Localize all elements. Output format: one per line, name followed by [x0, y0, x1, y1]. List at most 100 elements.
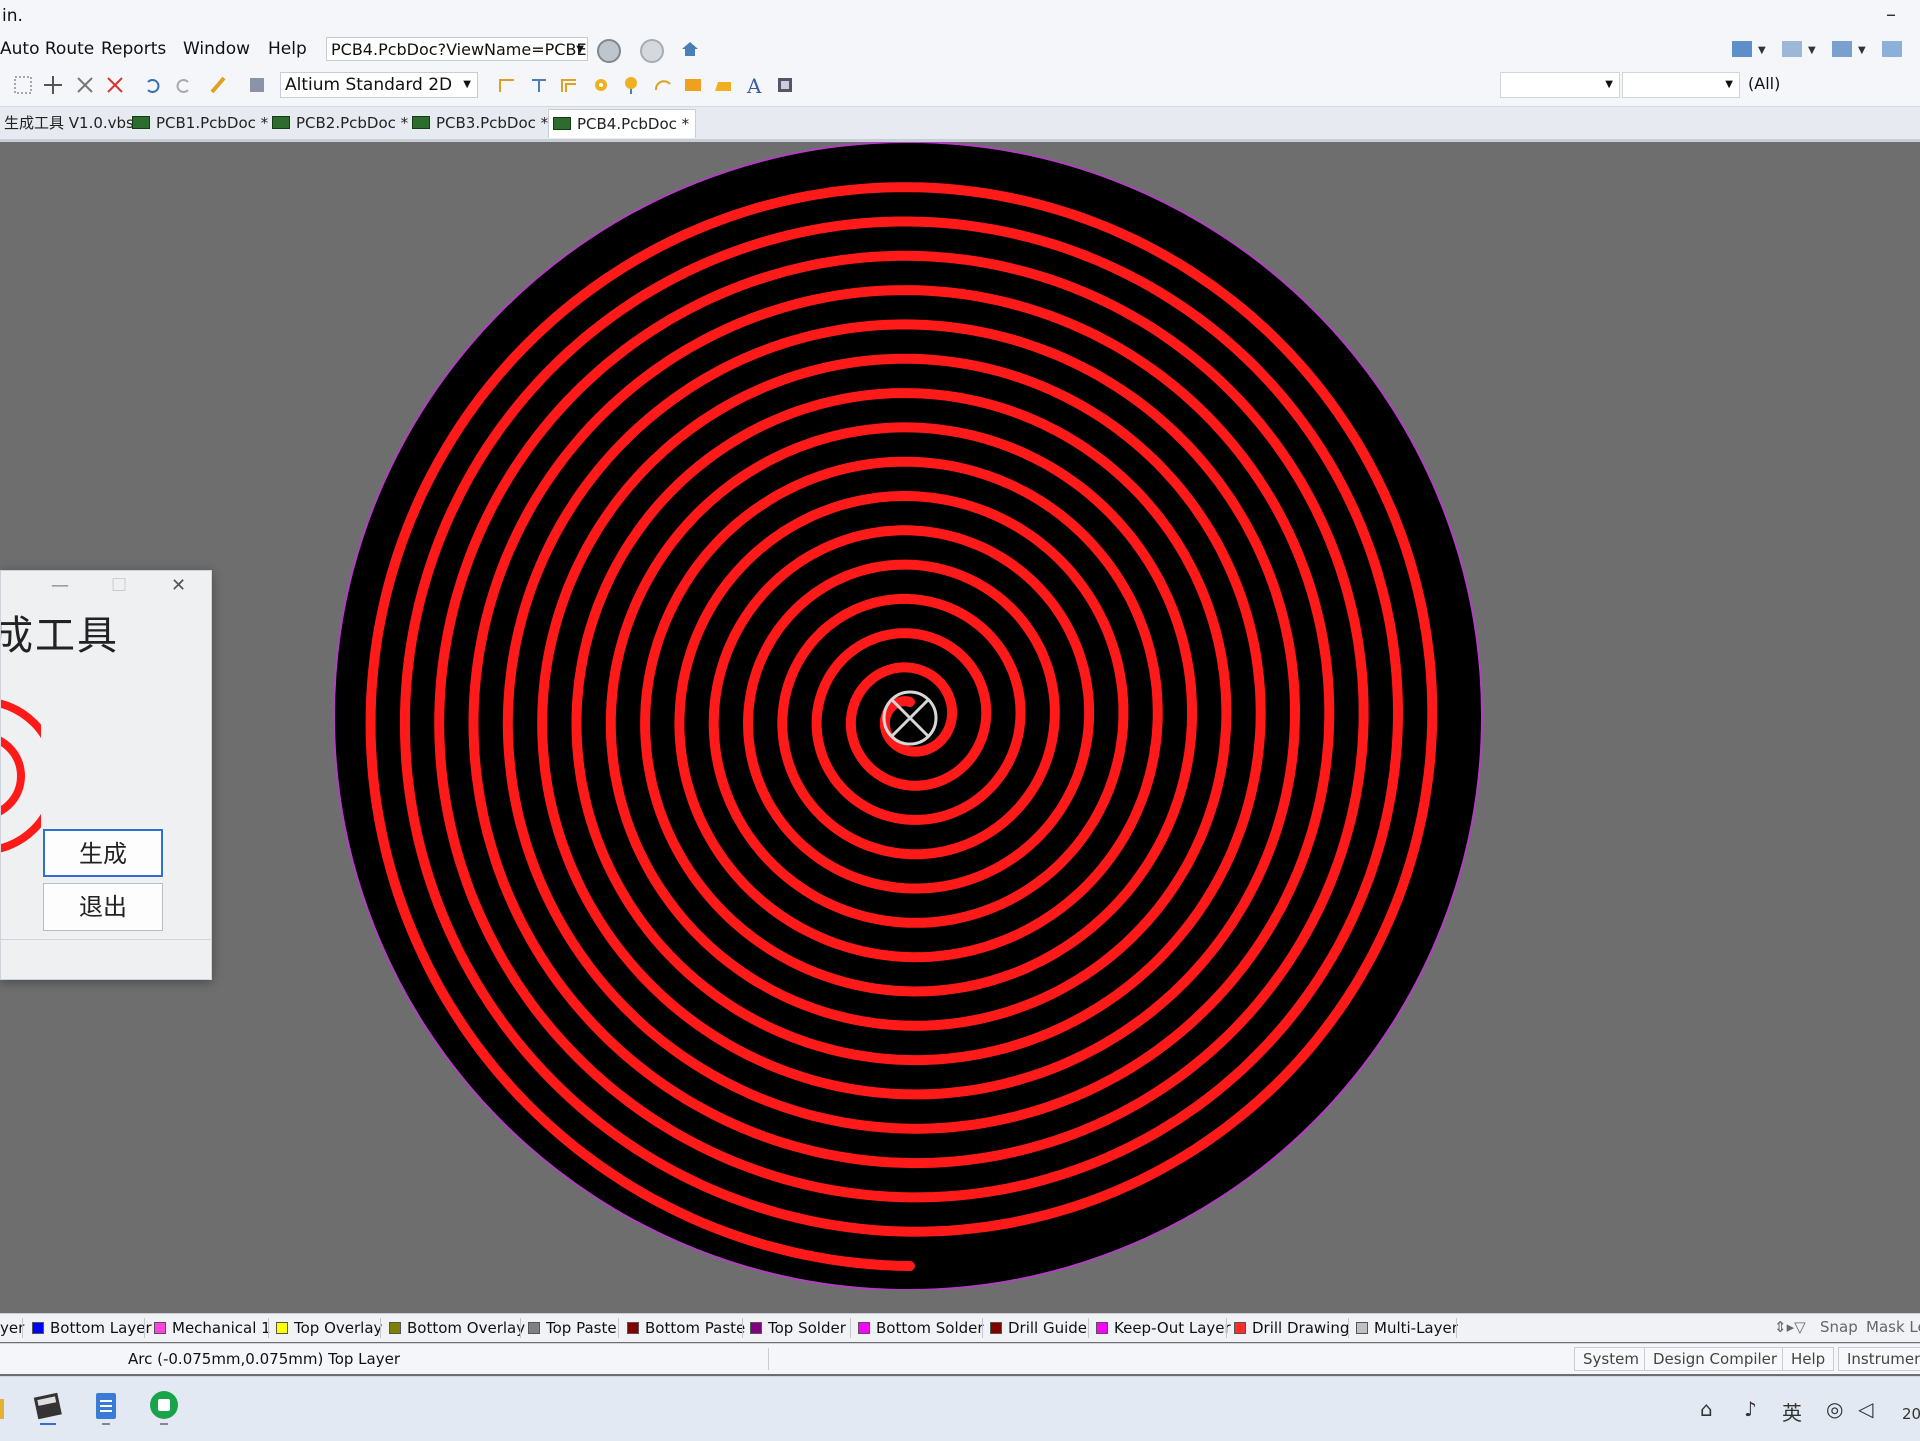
panel-help-button[interactable]: Help [1782, 1347, 1835, 1371]
tab-pcb4[interactable]: PCB4.PcbDoc * [548, 109, 697, 138]
network-icon[interactable]: ◎ [1826, 1397, 1843, 1421]
chevron-down-icon: ▼ [463, 79, 471, 90]
filter-icon[interactable]: ⇕▸▽ [1774, 1318, 1806, 1336]
all-filter-select[interactable]: (All) [1742, 72, 1920, 98]
volume-icon[interactable]: ◁ [1858, 1397, 1873, 1421]
tab-script[interactable]: 生成工具 V1.0.vbs [0, 111, 140, 135]
svg-text:A: A [746, 74, 762, 96]
clear-icon[interactable] [104, 74, 126, 96]
layer-tab-bottom-overlay[interactable]: Bottom Overlay [389, 1318, 525, 1338]
layer-swatch [1096, 1322, 1108, 1334]
minimize-button[interactable]: – [1886, 2, 1896, 26]
pcb-doc-icon [553, 117, 571, 130]
redo-icon[interactable] [172, 74, 194, 96]
class-filter-select[interactable]: ▼ [1622, 72, 1740, 98]
layer-swatch [1356, 1322, 1368, 1334]
ime-indicator[interactable]: 英 [1782, 1397, 1802, 1426]
dialog-title-controls: — ☐ ✕ [41, 575, 211, 603]
polygon-icon[interactable] [712, 74, 734, 96]
taskbar-folder-edge [0, 1399, 4, 1419]
menu-help[interactable]: Help [268, 39, 307, 59]
tab-label: 生成工具 V1.0.vbs [4, 114, 134, 132]
menu-reports[interactable]: Reports [101, 39, 166, 59]
dialog-close-icon[interactable]: ✕ [171, 575, 186, 596]
layer-swatch [276, 1322, 288, 1334]
deselect-icon[interactable] [74, 74, 96, 96]
route-icon[interactable] [496, 74, 518, 96]
svg-text:▼: ▼ [1758, 45, 1766, 56]
layer-tab-bottom-layer[interactable]: Bottom Layer [32, 1318, 152, 1338]
menu-window[interactable]: Window [183, 39, 250, 59]
panel-system-button[interactable]: System [1574, 1347, 1648, 1371]
layer-tab-drill-drawing[interactable]: Drill Drawing [1234, 1318, 1349, 1338]
pcb-board [333, 142, 1483, 1290]
layer-tab-keep-out[interactable]: Keep-Out Layer [1096, 1318, 1231, 1338]
altium-app-icon[interactable] [30, 1389, 66, 1425]
multi-route-icon[interactable] [558, 74, 580, 96]
notepad-app-icon[interactable] [88, 1389, 124, 1425]
usb-icon[interactable]: ⌂ [1700, 1397, 1713, 1421]
snap-toggle[interactable]: Snap [1820, 1318, 1858, 1336]
pencil-icon[interactable] [208, 74, 230, 96]
generate-button[interactable]: 生成 [43, 829, 163, 877]
layer-tab-bottom-solder[interactable]: Bottom Solder [858, 1318, 984, 1338]
pad-icon[interactable] [590, 74, 612, 96]
layer-swatch [32, 1322, 44, 1334]
layer-tab-top-overlay[interactable]: Top Overlay [276, 1318, 382, 1338]
dialog-minimize-icon[interactable]: — [51, 575, 69, 596]
fill-icon[interactable] [682, 74, 704, 96]
tab-label: PCB3.PcbDoc * [436, 114, 549, 132]
layer-swatch [389, 1322, 401, 1334]
window-title: in. [2, 6, 23, 26]
chevron-down-icon: ▼ [1605, 79, 1613, 90]
view-mode-select[interactable]: Altium Standard 2D ▼ [280, 72, 478, 98]
arc-icon[interactable] [652, 74, 674, 96]
home-icon[interactable] [680, 39, 700, 59]
document-path-combo[interactable]: PCB4.PcbDoc?ViewName=PCBE ▼ [326, 37, 588, 61]
layer-tab-multi-layer[interactable]: Multi-Layer [1356, 1318, 1458, 1338]
tab-pcb3[interactable]: PCB3.PcbDoc * [408, 111, 554, 135]
all-filter-value: (All) [1748, 74, 1781, 93]
right-toolbar-icons[interactable]: ▼ ▼ ▼ [1730, 38, 1910, 60]
pcb-canvas[interactable] [0, 142, 1920, 1290]
clock[interactable]: 20 [1902, 1405, 1920, 1423]
move-icon[interactable] [42, 74, 64, 96]
select-rect-icon[interactable] [12, 74, 34, 96]
exit-button[interactable]: 退出 [43, 883, 163, 931]
microphone-icon[interactable]: ♪ [1744, 1397, 1757, 1421]
component-icon[interactable] [774, 74, 796, 96]
tab-pcb1[interactable]: PCB1.PcbDoc * [128, 111, 274, 135]
status-text: Arc (-0.075mm,0.075mm) Top Layer [128, 1350, 400, 1368]
undo-icon[interactable] [142, 74, 164, 96]
via-icon[interactable] [620, 74, 642, 96]
tab-label: PCB2.PcbDoc * [296, 114, 409, 132]
layer-tab-top[interactable]: yer [0, 1318, 24, 1338]
chevron-down-icon: ▼ [1725, 79, 1733, 90]
diff-pair-icon[interactable] [528, 74, 550, 96]
forward-icon[interactable] [640, 39, 664, 63]
tab-pcb2[interactable]: PCB2.PcbDoc * [268, 111, 414, 135]
recorder-app-icon[interactable] [146, 1389, 182, 1425]
layer-tab-top-solder[interactable]: Top Solder [750, 1318, 846, 1338]
layer-swatch [990, 1322, 1002, 1334]
inspect-icon[interactable] [246, 74, 268, 96]
layer-tab-mechanical-1[interactable]: Mechanical 1 [154, 1318, 271, 1338]
mask-level-button[interactable]: Mask Le [1866, 1318, 1920, 1336]
document-tabs: 生成工具 V1.0.vbs PCB1.PcbDoc * PCB2.PcbDoc … [0, 107, 1920, 142]
back-icon[interactable] [597, 39, 621, 63]
layer-tab-top-paste[interactable]: Top Paste [528, 1318, 617, 1338]
layer-swatch [528, 1322, 540, 1334]
spiral-preview-icon [1, 699, 41, 853]
panel-instrument-button[interactable]: Instrument [1838, 1347, 1920, 1371]
layer-tab-drill-guide[interactable]: Drill Guide [990, 1318, 1087, 1338]
svg-text:▼: ▼ [1808, 45, 1816, 56]
svg-text:▼: ▼ [1858, 45, 1866, 56]
panel-design-compiler-button[interactable]: Design Compiler [1644, 1347, 1787, 1371]
dialog-heading: 成工具 [0, 613, 119, 659]
text-icon[interactable]: A [744, 74, 766, 96]
net-filter-select[interactable]: ▼ [1500, 72, 1620, 98]
view-mode-value: Altium Standard 2D [285, 75, 453, 95]
tab-label: PCB4.PcbDoc * [577, 115, 690, 133]
layer-tab-bottom-paste[interactable]: Bottom Paste [627, 1318, 745, 1338]
menu-auto-route[interactable]: Auto Route [0, 39, 94, 59]
